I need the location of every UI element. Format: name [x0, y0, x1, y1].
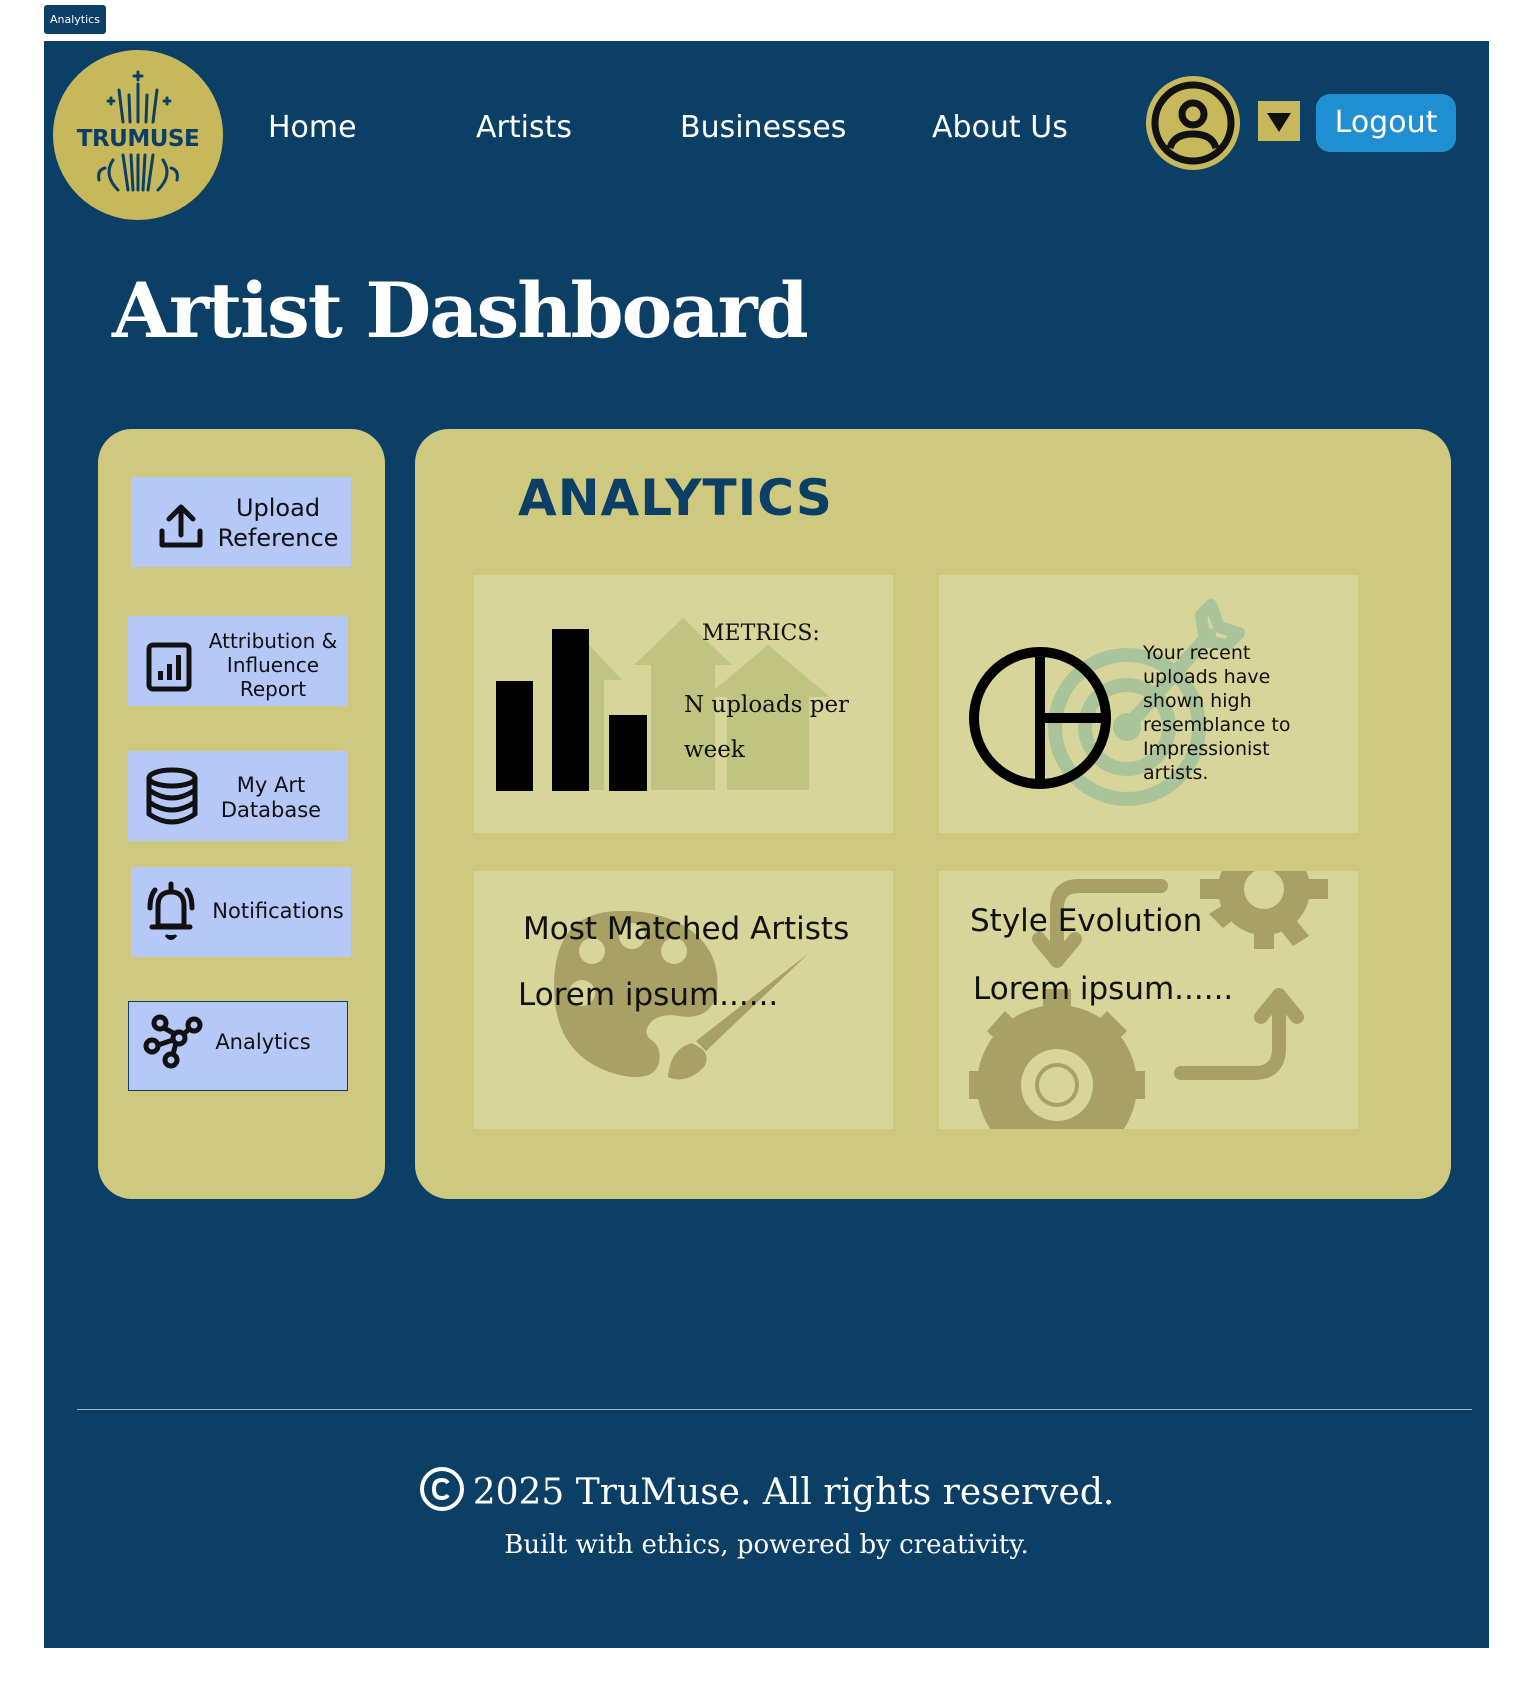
resemblance-line-2: uploads have: [1143, 666, 1271, 688]
style-evolution-body: Lorem ipsum......: [973, 971, 1234, 1007]
metrics-line-1: N uploads per: [684, 692, 850, 718]
resemblance-line-3: shown high: [1143, 690, 1252, 712]
style-evolution-title: Style Evolution: [970, 903, 1203, 939]
logout-button[interactable]: Logout: [1316, 94, 1456, 152]
most-matched-title: Most Matched Artists: [523, 911, 850, 947]
account-dropdown[interactable]: [1258, 101, 1300, 141]
upload-label-2: Reference: [217, 524, 339, 552]
logo-wordmark: TRUMUSE: [76, 126, 200, 152]
copyright-text: 2025 TruMuse. All rights reserved.: [472, 1472, 1115, 1513]
user-icon: [1151, 81, 1235, 165]
attribution-report-button[interactable]: Attribution & Influence Report: [128, 616, 348, 706]
database-label-1: My Art: [236, 773, 306, 797]
my-art-database-button[interactable]: My Art Database: [128, 751, 348, 841]
bell-icon: [147, 881, 195, 940]
page-title: Artist Dashboard: [112, 266, 809, 355]
metrics-card[interactable]: METRICS: N uploads per week: [474, 575, 893, 833]
analytics-label: Analytics: [215, 1030, 311, 1054]
resemblance-line-1: Your recent: [1143, 642, 1251, 664]
analytics-page-tag: Analytics: [44, 5, 106, 34]
caret-down-icon: [1267, 113, 1291, 132]
analytics-button[interactable]: Analytics: [128, 1001, 348, 1091]
resemblance-line-6: artists.: [1143, 762, 1209, 784]
upload-label-1: Upload: [235, 494, 321, 522]
attribution-label-1: Attribution &: [208, 629, 338, 653]
footer-tagline: Built with ethics, powered by creativity…: [504, 1530, 1029, 1560]
resemblance-line-5: Impressionist: [1143, 738, 1270, 760]
attribution-label-3: Report: [239, 677, 307, 701]
trumuse-logo[interactable]: TRUMUSE: [53, 50, 223, 220]
user-avatar[interactable]: [1146, 76, 1240, 170]
network-icon: [143, 1014, 203, 1069]
upload-icon: [159, 504, 203, 548]
nav-home[interactable]: Home: [268, 110, 357, 145]
upload-reference-button[interactable]: Upload Reference: [131, 477, 351, 567]
metrics-title: METRICS:: [702, 621, 820, 646]
notifications-button[interactable]: Notifications: [131, 867, 351, 957]
most-matched-body: Lorem ipsum......: [518, 977, 779, 1013]
style-evolution-card[interactable]: Style Evolution Lorem ipsum......: [939, 871, 1358, 1129]
notifications-label: Notifications: [212, 899, 344, 923]
nav-businesses[interactable]: Businesses: [680, 110, 846, 145]
nav-about-us[interactable]: About Us: [932, 110, 1068, 145]
sidebar: Upload Reference Attribution & Influence…: [98, 429, 385, 1199]
metrics-line-2: week: [684, 737, 745, 763]
resemblance-card[interactable]: Your recent uploads have shown high rese…: [939, 575, 1358, 833]
footer-copyright: 2025 TruMuse. All rights reserved.: [44, 1466, 1489, 1513]
database-icon: [146, 767, 198, 825]
copyright-icon: [419, 1467, 464, 1511]
page-frame: TRUMUSE Home Artists Businesses About Us…: [44, 41, 1489, 1648]
attribution-label-2: Influence: [226, 653, 320, 677]
nav-artists[interactable]: Artists: [476, 110, 572, 145]
database-label-2: Database: [220, 798, 322, 822]
resemblance-line-4: resemblance to: [1143, 714, 1291, 736]
report-chart-icon: [146, 642, 192, 692]
analytics-panel: ANALYTICS METRICS: N uploads per week Yo…: [415, 429, 1451, 1199]
bar-chart-icon: [496, 629, 647, 791]
analytics-heading: ANALYTICS: [518, 469, 833, 527]
footer-divider: [77, 1409, 1472, 1410]
most-matched-artists-card[interactable]: Most Matched Artists Lorem ipsum......: [474, 871, 893, 1129]
pie-chart-icon: [969, 647, 1111, 789]
